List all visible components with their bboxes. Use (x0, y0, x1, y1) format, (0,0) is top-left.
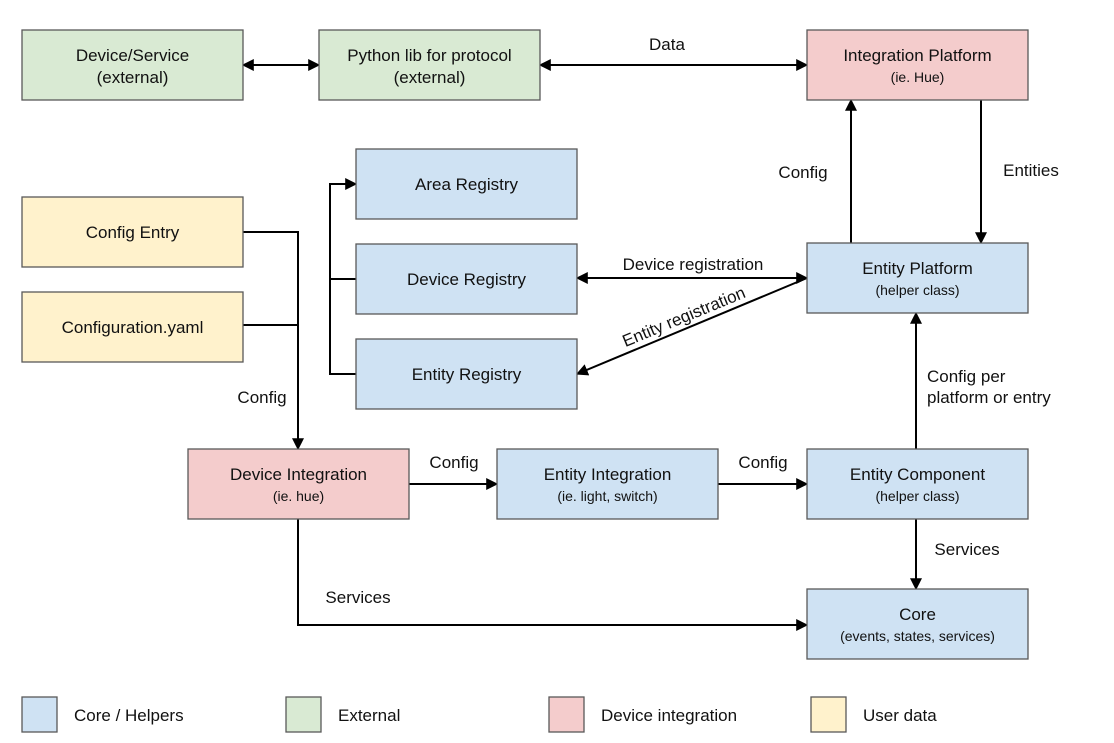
edge-label: Services (934, 540, 999, 559)
edge-device-registry-to-area-registry (329, 178, 358, 280)
architecture-diagram: Device/Service(external)Python lib for p… (21, 29, 1059, 733)
edge-label: Config (778, 163, 827, 182)
node-entity-registry: Entity Registry (355, 338, 578, 410)
node-title: Entity Component (850, 465, 985, 484)
node-title: Entity Integration (544, 465, 672, 484)
node-title: Entity Registry (412, 365, 522, 384)
legend-swatch (285, 696, 322, 733)
node-box (806, 242, 1029, 314)
edge-label: Config (237, 388, 286, 407)
node-device-service: Device/Service (external) (21, 29, 244, 101)
legend-label: Device integration (601, 706, 737, 725)
node-core: Core (events, states, services) (806, 588, 1029, 660)
node-subtitle: (events, states, services) (840, 628, 995, 644)
edge-device-integration-to-core (297, 519, 809, 631)
node-area-registry: Area Registry (355, 148, 578, 220)
node-entity-integration: Entity Integration (ie. light, switch) (496, 448, 719, 520)
node-title: Device Integration (230, 465, 367, 484)
node-box (318, 29, 541, 101)
legend-item-device-integration: Device integration (548, 696, 737, 733)
node-title: Config Entry (86, 223, 180, 242)
node-config-entry: Config Entry (21, 196, 244, 268)
node-box (806, 448, 1029, 520)
node-subtitle: (ie. light, switch) (557, 488, 657, 504)
edge-label: Entities (1003, 161, 1059, 180)
edge-label: Config (738, 453, 787, 472)
legend-item-user-data: User data (810, 696, 937, 733)
node-subtitle: (helper class) (875, 282, 959, 298)
node-configuration-yaml: Configuration.yaml (21, 291, 244, 363)
edge-entity-platform-to-entity-registry (575, 277, 808, 376)
legend-swatch (810, 696, 847, 733)
edge-label: Entity registration (620, 283, 749, 351)
edge-label: Services (325, 588, 390, 607)
edge-label: Config per platform or entry (927, 367, 1051, 407)
node-title: Device/Service (76, 46, 189, 65)
legend-label: User data (863, 706, 937, 725)
node-box (21, 29, 244, 101)
node-title: Area Registry (415, 175, 518, 194)
node-box (496, 448, 719, 520)
legend-swatch (21, 696, 58, 733)
node-subtitle: (external) (394, 68, 466, 87)
node-subtitle: (helper class) (875, 488, 959, 504)
node-title: Integration Platform (843, 46, 991, 65)
edge-label: Config (429, 453, 478, 472)
legend-item-external: External (285, 696, 400, 733)
node-title: Core (899, 605, 936, 624)
node-integration-platform: Integration Platform (ie. Hue) (806, 29, 1029, 101)
node-title: Device Registry (407, 270, 527, 289)
legend-label: External (338, 706, 400, 725)
node-python-lib: Python lib for protocol (external) (318, 29, 541, 101)
edge-label: Data (649, 35, 685, 54)
edge-label: Device registration (623, 255, 764, 274)
node-entity-component: Entity Component (helper class) (806, 448, 1029, 520)
legend-item-core-helpers: Core / Helpers (21, 696, 184, 733)
legend-swatch (548, 696, 585, 733)
node-box (806, 29, 1029, 101)
node-box (187, 448, 410, 520)
node-title: Entity Platform (862, 259, 973, 278)
node-subtitle: (external) (97, 68, 169, 87)
node-device-registry: Device Registry (355, 243, 578, 315)
node-box (806, 588, 1029, 660)
node-device-integration: Device Integration (ie. hue) (187, 448, 410, 520)
node-title: Python lib for protocol (347, 46, 511, 65)
node-title: Configuration.yaml (62, 318, 204, 337)
edge-label-line: Config per (927, 367, 1006, 386)
node-subtitle: (ie. hue) (273, 488, 324, 504)
legend-label: Core / Helpers (74, 706, 184, 725)
node-subtitle: (ie. Hue) (891, 69, 945, 85)
node-entity-platform: Entity Platform (helper class) (806, 242, 1029, 314)
edge-config-entry-to-device-integration (243, 231, 304, 451)
edge-label-line: platform or entry (927, 388, 1051, 407)
